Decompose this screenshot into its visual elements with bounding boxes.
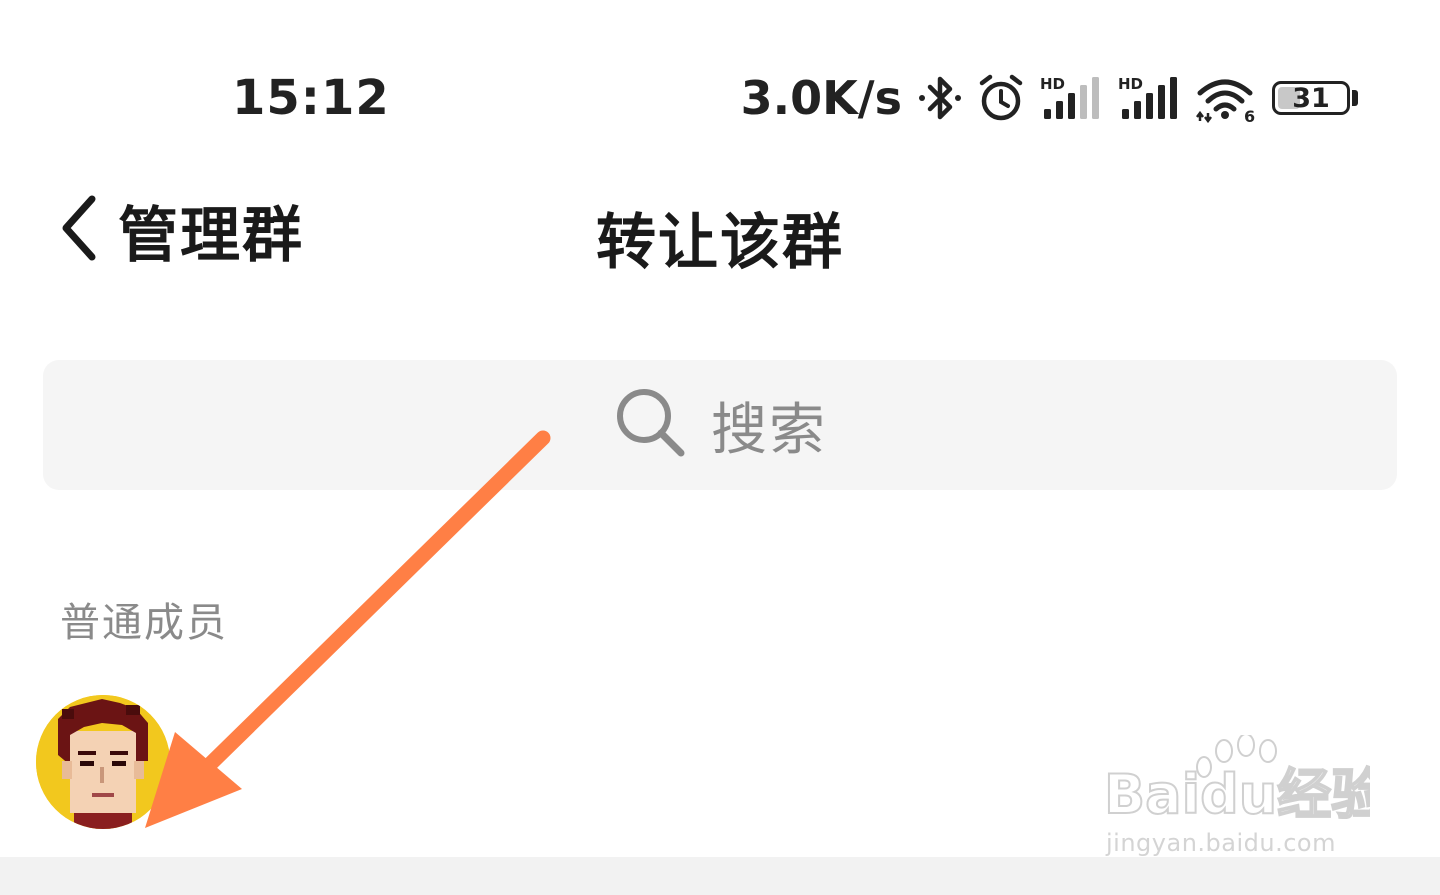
member-row[interactable] [0, 690, 1440, 840]
signal-hd-icon: HD [1040, 75, 1104, 121]
wifi-icon: 6 [1196, 73, 1258, 123]
avatar[interactable] [36, 695, 170, 829]
search-icon [613, 385, 689, 465]
signal-hd-label: HD [1040, 75, 1065, 93]
status-time: 15:12 [232, 70, 390, 126]
alarm-icon [976, 73, 1026, 123]
search-input[interactable]: 搜索 [43, 360, 1397, 490]
screen: 15:12 3.0K/s HD HD 6 31 管理群 转让该群 搜索 普通成员… [0, 0, 1440, 895]
search-placeholder: 搜索 [711, 397, 827, 463]
wifi-label: 6 [1244, 107, 1255, 123]
page-title: 转让该群 [596, 208, 844, 278]
status-bar: 15:12 3.0K/s HD HD 6 31 [0, 0, 1440, 150]
network-speed: 3.0K/s [740, 71, 902, 125]
bottom-strip [0, 857, 1440, 895]
signal-hd-icon: HD [1118, 75, 1182, 121]
status-icons: 3.0K/s HD HD 6 31 [741, 68, 1358, 128]
section-header-members: 普通成员 [60, 600, 228, 646]
signal-hd-label: HD [1118, 75, 1143, 93]
bluetooth-icon [918, 73, 962, 123]
battery-icon: 31 [1272, 79, 1358, 117]
battery-level: 31 [1292, 82, 1330, 114]
nav-bar: 管理群 转让该群 [0, 180, 1440, 280]
